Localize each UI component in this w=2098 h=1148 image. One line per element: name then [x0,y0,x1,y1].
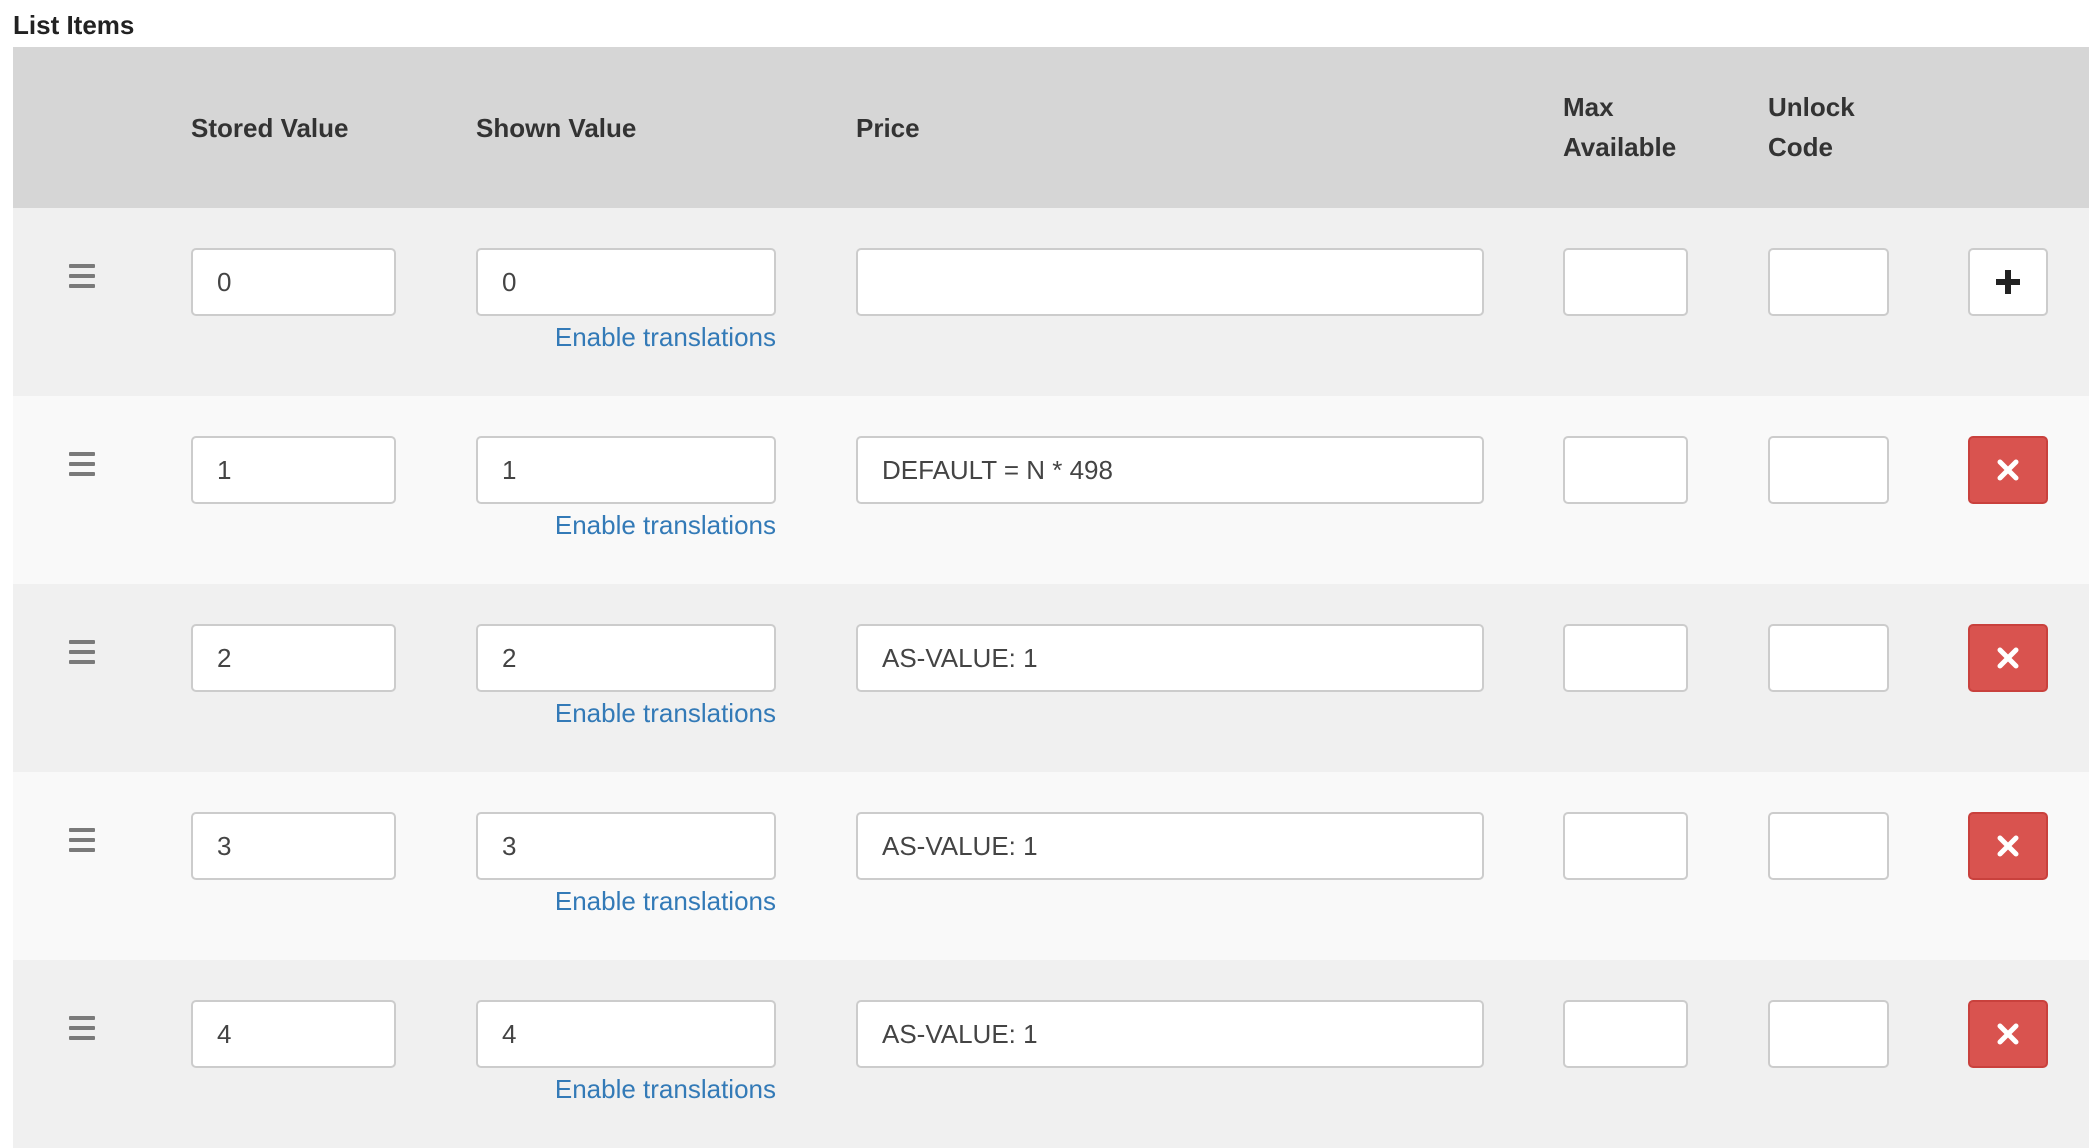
shown-value-input[interactable] [476,812,776,880]
stored-value-input[interactable] [191,1000,396,1068]
column-header-shown-value: Shown Value [476,113,637,143]
column-header-unlock-code-line2: Code [1768,132,1833,162]
add-row-button[interactable] [1968,248,2048,316]
max-available-input[interactable] [1563,436,1688,504]
times-icon [1997,1023,2019,1045]
column-header-price: Price [856,113,920,143]
unlock-code-input[interactable] [1768,248,1889,316]
enable-translations-link[interactable]: Enable translations [476,886,776,917]
times-icon [1997,459,2019,481]
price-input[interactable] [856,812,1484,880]
list-items-table: Stored Value Shown Value Price Max Avail… [13,47,2089,1148]
drag-handle-icon[interactable] [69,452,95,478]
table-row: Enable translations [13,772,2089,960]
table-header: Stored Value Shown Value Price Max Avail… [13,47,2089,208]
remove-row-button[interactable] [1968,1000,2048,1068]
table-row: Enable translations [13,960,2089,1148]
stored-value-input[interactable] [191,624,396,692]
remove-row-button[interactable] [1968,812,2048,880]
table-body: Enable translations Enable translations En… [13,208,2089,1148]
column-header-unlock-code: Unlock Code [1768,87,1855,167]
max-available-input[interactable] [1563,624,1688,692]
max-available-input[interactable] [1563,812,1688,880]
enable-translations-link[interactable]: Enable translations [476,322,776,353]
stored-value-input[interactable] [191,812,396,880]
column-header-max-available-line1: Max [1563,92,1614,122]
times-icon [1997,647,2019,669]
column-header-max-available-line2: Available [1563,132,1677,162]
remove-row-button[interactable] [1968,436,2048,504]
drag-handle-icon[interactable] [69,828,95,854]
enable-translations-link[interactable]: Enable translations [476,1074,776,1105]
column-header-unlock-code-line1: Unlock [1768,92,1855,122]
price-input[interactable] [856,1000,1484,1068]
drag-handle-icon[interactable] [69,640,95,666]
max-available-input[interactable] [1563,1000,1688,1068]
times-icon [1997,835,2019,857]
enable-translations-link[interactable]: Enable translations [476,698,776,729]
table-row: Enable translations [13,584,2089,772]
max-available-input[interactable] [1563,248,1688,316]
shown-value-input[interactable] [476,624,776,692]
unlock-code-input[interactable] [1768,812,1889,880]
shown-value-input[interactable] [476,1000,776,1068]
drag-handle-icon[interactable] [69,1016,95,1042]
shown-value-input[interactable] [476,436,776,504]
plus-icon [1996,270,2020,294]
table-row: Enable translations [13,208,2089,396]
price-input[interactable] [856,248,1484,316]
remove-row-button[interactable] [1968,624,2048,692]
stored-value-input[interactable] [191,248,396,316]
unlock-code-input[interactable] [1768,436,1889,504]
shown-value-input[interactable] [476,248,776,316]
section-title: List Items [13,10,135,40]
price-input[interactable] [856,624,1484,692]
table-row: Enable translations [13,396,2089,584]
drag-handle-icon[interactable] [69,264,95,290]
stored-value-input[interactable] [191,436,396,504]
unlock-code-input[interactable] [1768,624,1889,692]
enable-translations-link[interactable]: Enable translations [476,510,776,541]
unlock-code-input[interactable] [1768,1000,1889,1068]
price-input[interactable] [856,436,1484,504]
column-header-max-available: Max Available [1563,87,1676,167]
column-header-stored-value: Stored Value [191,113,349,143]
